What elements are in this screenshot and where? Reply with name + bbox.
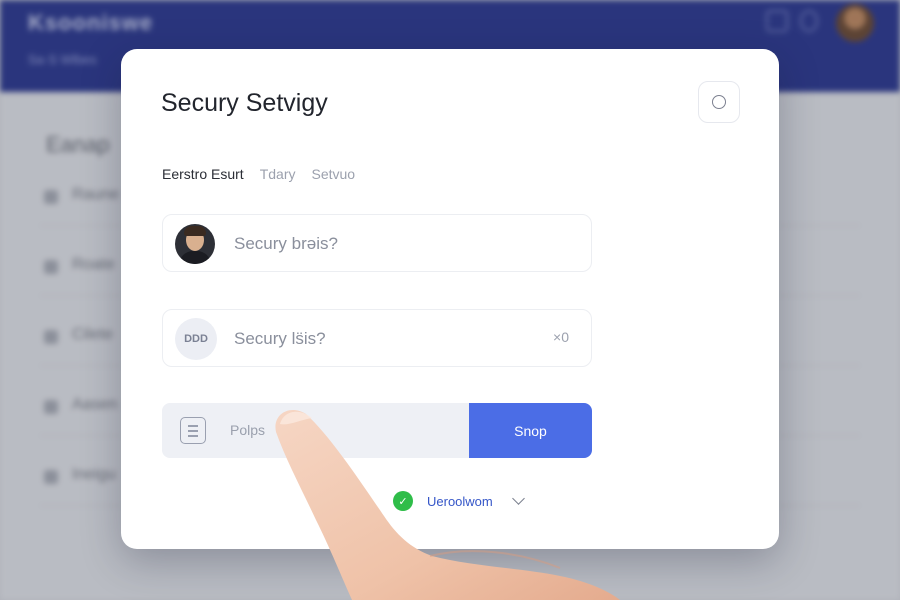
submit-button[interactable]: Snop <box>469 403 592 458</box>
close-button[interactable] <box>698 81 740 123</box>
circle-icon <box>712 95 726 109</box>
tab-general[interactable]: Eerstro Esurt <box>162 166 244 182</box>
input-row: Polps Snop <box>162 403 592 458</box>
field-2-text: Secury ls̈is? <box>234 329 326 348</box>
avatar <box>175 224 215 264</box>
tab-bar: Eerstro Esurt Tdary Setvuo <box>162 166 355 182</box>
status-row: ✓ Ueroolwom <box>393 491 527 511</box>
check-icon: ✓ <box>393 491 413 511</box>
dialog-title: Secury Setvigy <box>161 89 328 117</box>
security-question-field-2[interactable]: DDD Secury ls̈is? ×0 <box>162 309 592 367</box>
document-icon <box>180 417 206 444</box>
tab-history[interactable]: Tdary <box>260 166 296 182</box>
tab-settings[interactable]: Setvuo <box>312 166 356 182</box>
text-input[interactable]: Polps <box>162 403 469 458</box>
field-1-text: Secury brəis? <box>234 234 338 253</box>
chevron-down-icon[interactable] <box>511 493 527 509</box>
initials-badge: DDD <box>175 318 217 360</box>
status-link[interactable]: Ueroolwom <box>427 494 493 509</box>
input-placeholder: Polps <box>230 422 266 438</box>
security-settings-dialog: Secury Setvigy Eerstro Esurt Tdary Setvu… <box>121 49 779 549</box>
clear-icon[interactable]: ×0 <box>553 329 569 345</box>
security-question-field-1[interactable]: Secury brəis? <box>162 214 592 272</box>
